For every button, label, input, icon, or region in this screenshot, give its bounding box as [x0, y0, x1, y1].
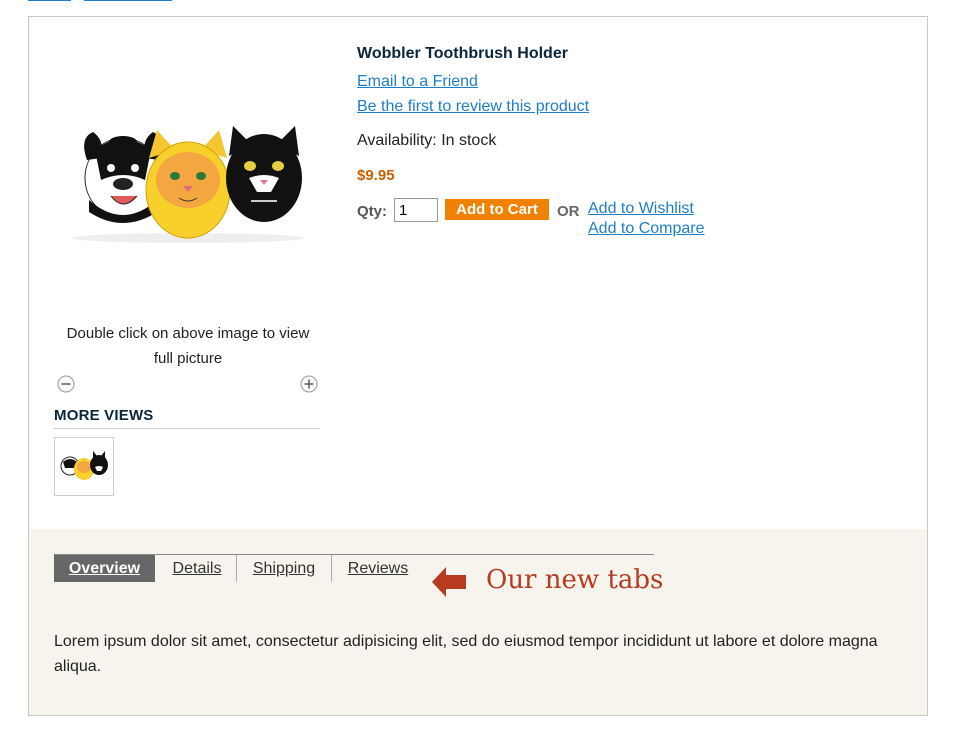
or-separator: OR: [557, 203, 580, 220]
tab-content-text: Lorem ipsum dolor sit amet, consectetur …: [54, 633, 878, 675]
product-price: $9.95: [357, 167, 395, 184]
orange-cat-figure: [145, 130, 231, 239]
product-thumbnail[interactable]: [54, 437, 114, 496]
annotation-label: Our new tabs: [486, 565, 664, 595]
add-to-cart-button[interactable]: Add to Cart: [445, 199, 549, 220]
tab-details[interactable]: Details: [159, 555, 235, 582]
zoom-out-button[interactable]: [57, 375, 75, 393]
first-review-link[interactable]: Be the first to review this product: [357, 98, 589, 116]
breadcrumb-link-category[interactable]: [84, 0, 172, 1]
image-caption: Double click on above image to view full…: [66, 325, 310, 367]
product-tabs: Overview Details Shipping Reviews Our ne…: [29, 529, 927, 715]
qty-input[interactable]: [394, 198, 438, 222]
left-arrow-icon: [432, 567, 466, 597]
minus-circle-icon: [57, 375, 75, 393]
more-views-heading: MORE VIEWS: [54, 407, 320, 429]
tab-overview[interactable]: Overview: [54, 555, 155, 582]
breadcrumb-link-home[interactable]: [28, 0, 71, 1]
product-view: Double click on above image to view full…: [28, 16, 928, 716]
zoom-in-button[interactable]: [300, 375, 318, 393]
black-cat-figure: [226, 126, 302, 222]
plus-circle-icon: [300, 375, 318, 393]
tab-separator: [236, 555, 237, 582]
add-to-wishlist-link[interactable]: Add to Wishlist: [588, 200, 694, 218]
tab-shipping[interactable]: Shipping: [238, 555, 330, 582]
product-image[interactable]: [65, 120, 311, 244]
thumbnail-image: [60, 451, 108, 480]
add-to-compare-link[interactable]: Add to Compare: [588, 220, 705, 238]
qty-label: Qty:: [357, 203, 387, 220]
email-friend-link[interactable]: Email to a Friend: [357, 73, 478, 91]
tab-separator: [331, 555, 332, 582]
availability-status: Availability: In stock: [357, 132, 497, 149]
product-title: Wobbler Toothbrush Holder: [357, 45, 568, 62]
tab-reviews[interactable]: Reviews: [333, 555, 423, 582]
